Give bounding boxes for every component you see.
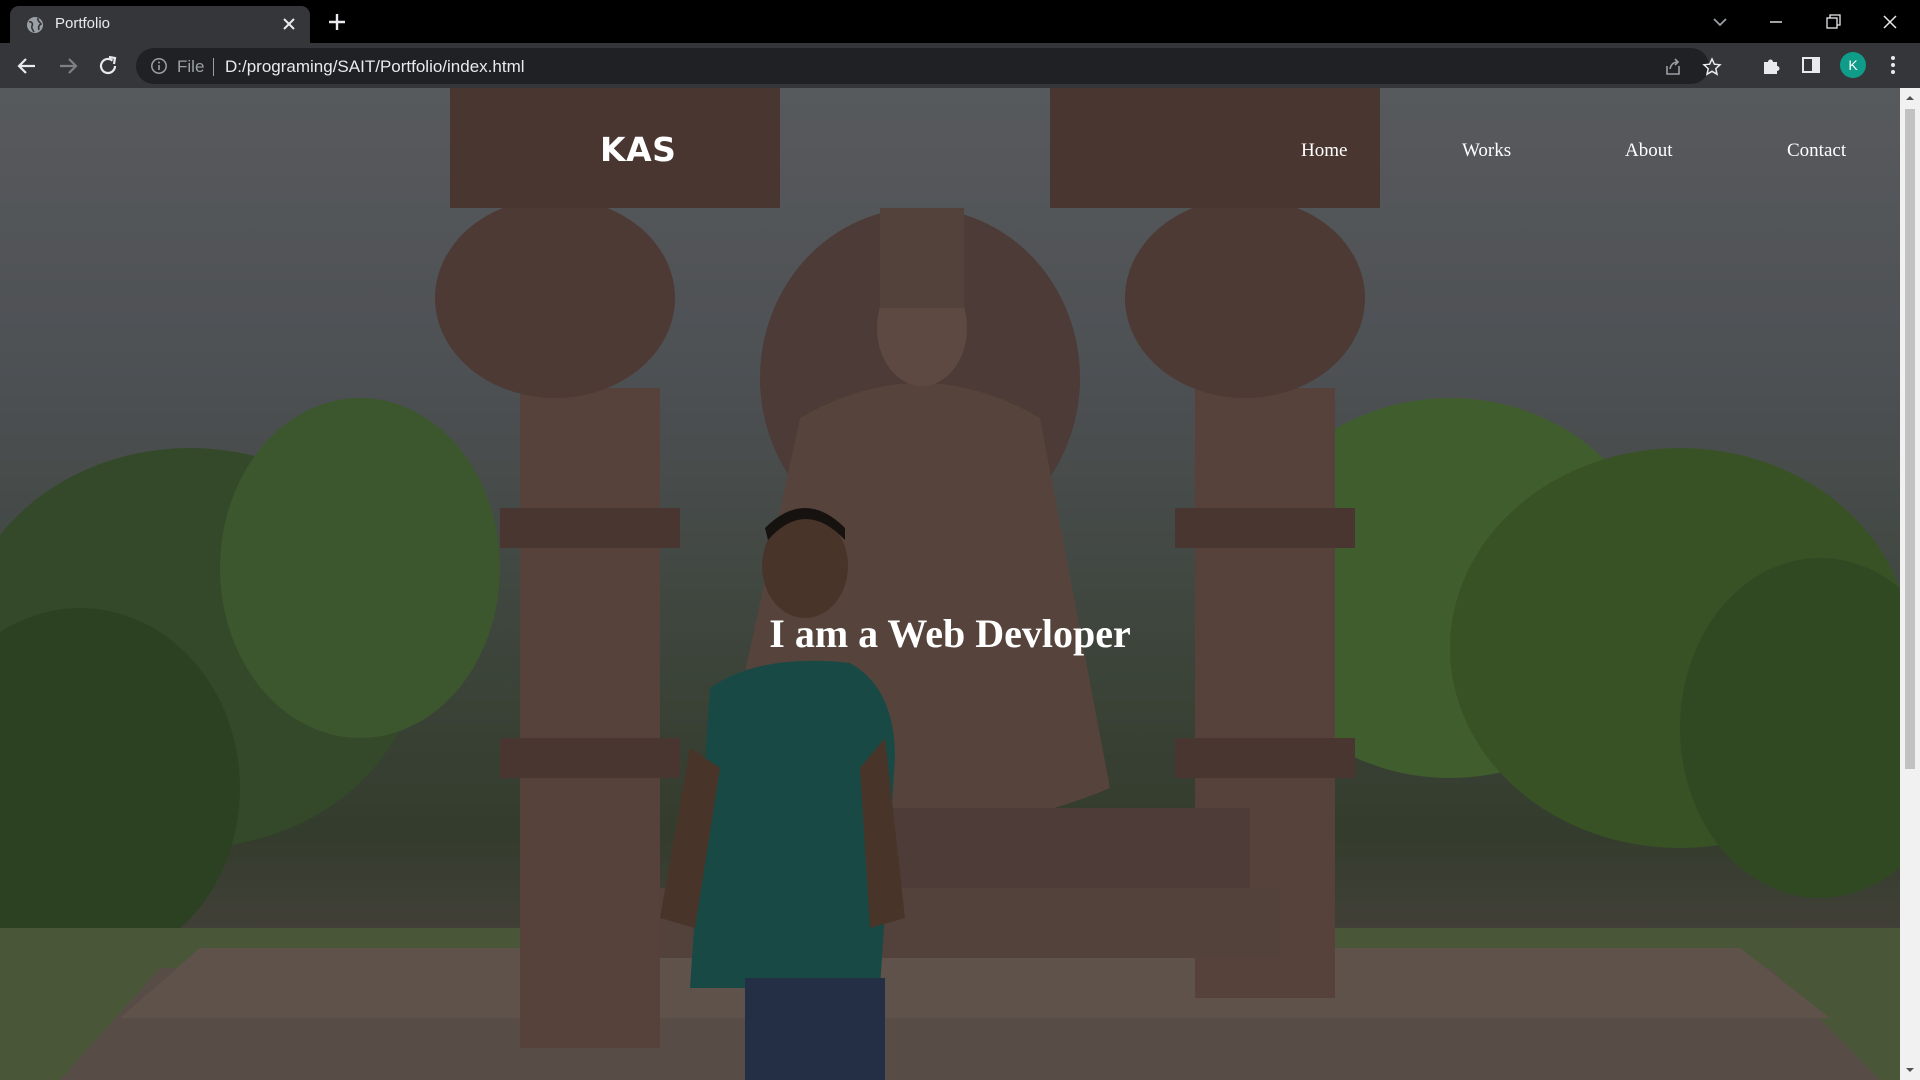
info-icon[interactable] bbox=[150, 57, 168, 75]
hero-headline: I am a Web Devloper bbox=[769, 611, 1131, 656]
tab-strip: Portfolio bbox=[0, 0, 1920, 43]
address-separator bbox=[213, 58, 214, 76]
scrollbar-thumb[interactable] bbox=[1905, 109, 1915, 769]
globe-icon bbox=[27, 17, 43, 33]
bookmark-star-icon[interactable] bbox=[1702, 57, 1722, 77]
reload-icon[interactable] bbox=[94, 52, 122, 80]
tab-title: Portfolio bbox=[55, 15, 111, 32]
share-icon[interactable] bbox=[1663, 57, 1683, 77]
brand-logo[interactable]: KAS bbox=[600, 130, 676, 169]
restore-icon[interactable] bbox=[1819, 8, 1847, 36]
hero-section: KAS Home Works About Contact I am a Web … bbox=[0, 88, 1900, 1080]
url-text[interactable]: D:/programing/SAIT/Portfolio/index.html bbox=[225, 57, 525, 77]
tab-search-chevron-icon[interactable] bbox=[1706, 8, 1734, 36]
menu-kebab-icon[interactable] bbox=[1882, 54, 1904, 76]
minimize-icon[interactable] bbox=[1762, 8, 1790, 36]
nav-link-home[interactable]: Home bbox=[1301, 140, 1347, 162]
vertical-scrollbar[interactable] bbox=[1900, 88, 1920, 1080]
page-viewport: KAS Home Works About Contact I am a Web … bbox=[0, 88, 1920, 1080]
browser-toolbar: File D:/programing/SAIT/Portfolio/index.… bbox=[0, 43, 1920, 88]
nav-link-works[interactable]: Works bbox=[1462, 140, 1511, 162]
nav-link-about[interactable]: About bbox=[1625, 140, 1673, 162]
nav-link-contact[interactable]: Contact bbox=[1787, 140, 1846, 162]
hero-dark-overlay bbox=[0, 88, 1900, 1080]
address-bar[interactable]: File D:/programing/SAIT/Portfolio/index.… bbox=[136, 48, 1722, 84]
close-icon[interactable] bbox=[280, 15, 298, 33]
scroll-down-arrow-icon[interactable] bbox=[1905, 1065, 1915, 1075]
scroll-up-arrow-icon[interactable] bbox=[1905, 93, 1915, 103]
url-scheme-label: File bbox=[177, 57, 205, 76]
tab-portfolio[interactable]: Portfolio bbox=[10, 6, 310, 43]
new-tab-plus-icon[interactable] bbox=[325, 10, 349, 34]
close-window-icon[interactable] bbox=[1876, 8, 1904, 36]
side-panel-icon[interactable] bbox=[1800, 54, 1822, 76]
back-arrow-icon[interactable] bbox=[13, 52, 41, 80]
extensions-puzzle-icon[interactable] bbox=[1761, 54, 1783, 76]
profile-avatar[interactable]: K bbox=[1840, 52, 1866, 78]
forward-arrow-icon[interactable] bbox=[54, 52, 82, 80]
